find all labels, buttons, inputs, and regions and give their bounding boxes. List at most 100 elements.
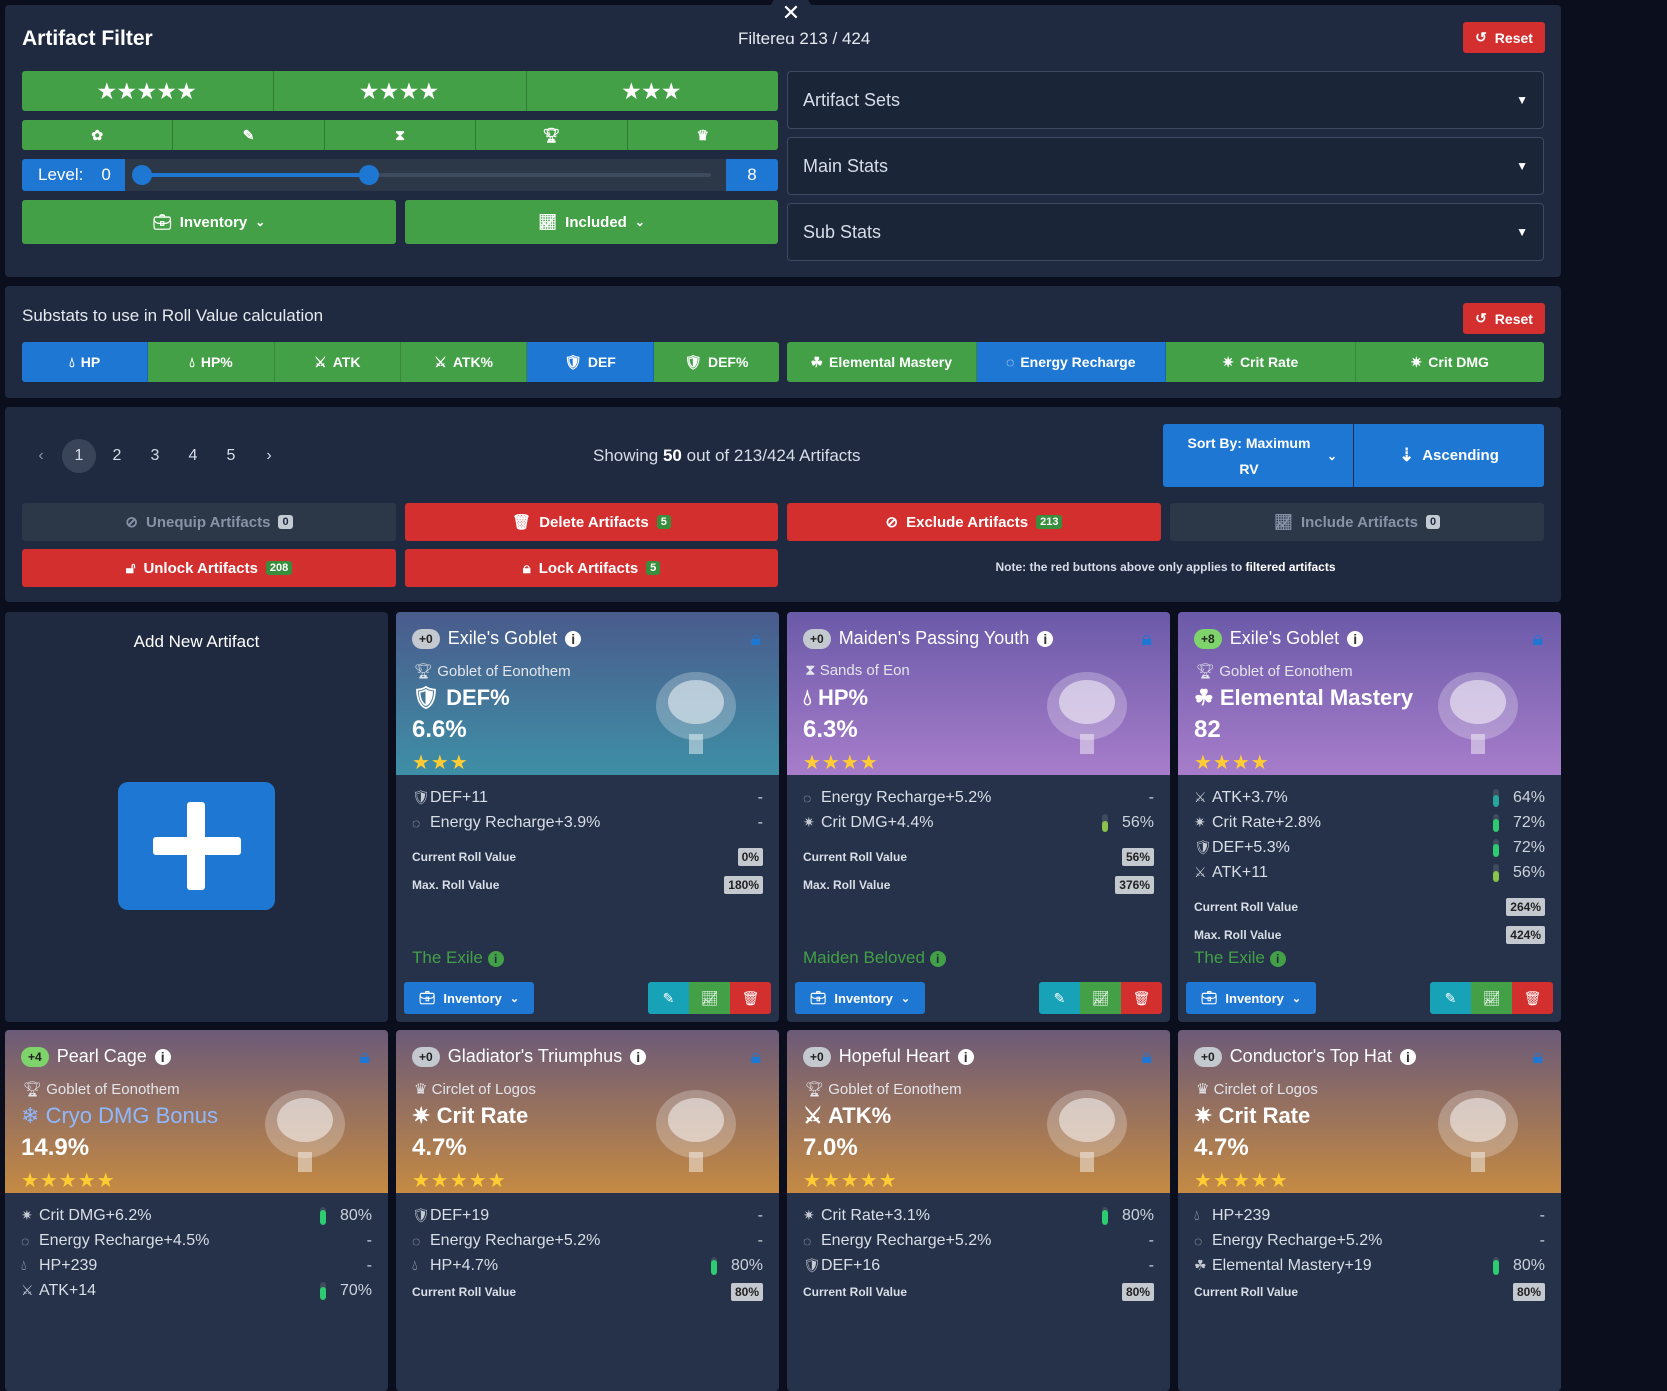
artifact-card-body: 💧︎ HP+239 - ◌ Energy Recharge+5.2% - ☘︎ Element… [1178,1193,1561,1306]
filter-reset-button[interactable]: ↺ Reset [1463,22,1545,53]
circlet-icon[interactable]: ♛ [628,120,778,150]
sands-icon[interactable]: ⧗ [325,120,477,150]
current-roll-label: Current Roll Value [412,850,517,864]
info-icon[interactable]: i [929,951,946,967]
artifact-title: +0 Maiden's Passing Youth i [803,628,1054,649]
lock-icon[interactable]: 🔒︎ [1141,1046,1152,1069]
lock-icon[interactable]: 🔒︎ [1532,1046,1543,1069]
artifact-name: Hopeful Heart [838,1046,950,1066]
info-icon[interactable]: i [1037,630,1054,647]
rarity-5-toggle[interactable]: ★★★★★ [22,71,275,111]
info-icon[interactable]: i [487,951,504,967]
lock-icon[interactable]: 🔒︎ [750,628,761,651]
page-button[interactable]: 4 [174,439,212,473]
add-artifact-card[interactable]: Add New Artifact [5,612,388,1022]
crit-icon: ✷ [803,1207,815,1223]
rv-toggle-atk-pct[interactable]: ⚔︎ ATK% [400,342,528,382]
rv-toggle-def[interactable]: 🛡︎ DEF [527,342,654,382]
slot-label: Circlet of Logos [1213,1081,1318,1098]
rv-toggle-def-pct[interactable]: 🛡︎ DEF% [653,342,779,382]
trash-icon[interactable]: 🗑︎ [730,982,771,1014]
roll-percent: 72% [1512,813,1545,831]
substat-row: ⚔︎ ATK+11 56% [1194,860,1545,885]
inventory-select[interactable]: 💼︎ Inventory ⌄ [404,982,534,1014]
info-icon[interactable]: i [957,1048,974,1065]
sub-stats-dropdown[interactable]: Sub Stats ▼ [787,203,1544,261]
artifact-image [265,1090,345,1172]
substat-row: ◌ Energy Recharge+5.2% - [1194,1228,1545,1253]
artifact-title: +4 Pearl Cage i [21,1046,171,1067]
level-min-handle[interactable] [132,165,152,185]
info-icon[interactable]: i [630,1048,647,1065]
next-page-button[interactable]: › [250,439,288,473]
artifact-slot: 🏆︎ Goblet of Eonothem [805,1080,962,1098]
artifact-actions: ✎ 📈︎ 🗑︎ [1430,982,1553,1014]
chart-icon[interactable]: 📈︎ [1080,982,1121,1014]
trash-icon[interactable]: 🗑︎ [1512,982,1553,1014]
lock-icon[interactable]: 🔒︎ [750,1046,761,1069]
main-stats-dropdown[interactable]: Main Stats ▼ [787,137,1544,195]
included-filter-button[interactable]: 📈︎ Included ⌄ [405,200,778,244]
substat-roll: 80% [319,1206,372,1225]
flower-icon[interactable]: ✿ [22,120,174,150]
info-icon[interactable]: i [1347,630,1364,647]
inventory-select[interactable]: 💼︎ Inventory ⌄ [795,982,925,1014]
info-icon[interactable]: i [1269,951,1286,967]
unlock-artifacts-button[interactable]: 🔓︎ Unlock Artifacts 208 [22,549,396,587]
rv-toggle-crit-rate[interactable]: ✷ Crit Rate [1166,342,1356,382]
page-button[interactable]: 1 [62,439,96,473]
info-icon[interactable]: i [565,630,582,647]
rv-toggle-label: ATK% [452,354,494,370]
artifact-sets-dropdown[interactable]: Artifact Sets ▼ [787,71,1544,129]
level-slider: Level: 0 8 [22,159,778,191]
delete-artifacts-button[interactable]: 🗑︎ Delete Artifacts 5 [405,503,778,541]
unequip-artifacts-button[interactable]: ⊘ Unequip Artifacts 0 [22,503,396,541]
rv-toggle-energy-recharge[interactable]: ◌ Energy Recharge [976,342,1166,382]
lock-artifacts-button[interactable]: 🔒︎ Lock Artifacts 5 [405,549,778,587]
rv-toggle-hp-pct[interactable]: 💧︎ HP% [148,342,275,382]
reset-label: Reset [1494,29,1533,46]
current-roll-value-row: Current Roll Value 80% [803,1278,1154,1306]
roll-percent: 64% [1512,788,1545,806]
include-artifacts-button[interactable]: 📈︎ Include Artifacts 0 [1170,503,1544,541]
prev-page-button[interactable]: ‹ [22,439,60,473]
page-button[interactable]: 3 [136,439,174,473]
rv-toggle-crit-dmg[interactable]: ✷ Crit DMG [1355,342,1544,382]
page-button[interactable]: 2 [98,439,136,473]
goblet-icon[interactable]: 🏆︎ [476,120,628,150]
edit-icon[interactable]: ✎ [648,982,689,1014]
info-icon[interactable]: i [1399,1048,1416,1065]
substat-row: ◌ Energy Recharge+5.2% - [412,1228,763,1253]
lock-icon[interactable]: 🔒︎ [1532,628,1543,651]
trash-icon[interactable]: 🗑︎ [1121,982,1162,1014]
inventory-select[interactable]: 💼︎ Inventory ⌄ [1186,982,1316,1014]
plus-icon[interactable] [118,782,275,910]
sort-by-dropdown[interactable]: Sort By: Maximum RV ⌄ [1163,424,1353,487]
rv-reset-button[interactable]: ↺ Reset [1463,303,1545,334]
artifact-card-header: +0 Maiden's Passing Youth i 🔒︎ ⧗ Sands of … [787,612,1170,775]
chart-icon[interactable]: 📈︎ [1471,982,1512,1014]
edit-icon[interactable]: ✎ [1430,982,1471,1014]
rv-toggle-hp[interactable]: 💧︎ HP [22,342,149,382]
rarity-3-toggle[interactable]: ★★★ [527,71,778,111]
mastery-icon: ☘︎ [1194,1257,1207,1273]
level-max-handle[interactable] [359,165,379,185]
page-button[interactable]: 5 [212,439,250,473]
lock-icon[interactable]: 🔒︎ [359,1046,370,1069]
plume-icon[interactable]: ✎ [173,120,325,150]
lock-icon[interactable]: 🔒︎ [1141,628,1152,651]
rv-toggle-atk[interactable]: ⚔︎ ATK [274,342,401,382]
exclude-artifacts-button[interactable]: ⊘ Exclude Artifacts 213 [787,503,1161,541]
level-track[interactable] [132,165,711,185]
rarity-4-toggle[interactable]: ★★★★ [274,71,527,111]
energy-icon: ◌ [1194,1232,1203,1249]
energy-icon: ◌ [412,814,421,831]
sort-order-button[interactable]: ⇣ Ascending [1354,424,1544,487]
chart-icon[interactable]: 📈︎ [689,982,730,1014]
rv-toggle-elemental-mastery[interactable]: ☘︎ Elemental Mastery [787,342,977,382]
edit-icon[interactable]: ✎ [1039,982,1080,1014]
inventory-filter-button[interactable]: 💼︎ Inventory ⌄ [22,200,396,244]
rarity-stars: ★★★★★ [1194,1170,1289,1192]
info-icon[interactable]: i [154,1048,171,1065]
unlock-count: 208 [265,561,293,575]
